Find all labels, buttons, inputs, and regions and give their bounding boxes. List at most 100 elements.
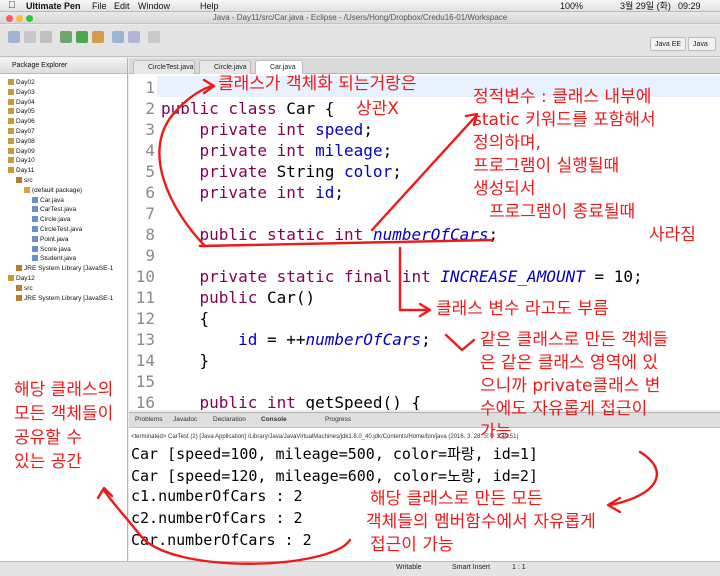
line-number: 7 — [145, 204, 155, 223]
annotation-same-class-access: 같은 클래스로 만든 객체들 은 같은 클래스 영역에 있 으니까 privat… — [480, 330, 669, 442]
tree-item[interactable]: Student.java — [32, 254, 76, 263]
close-window-button[interactable] — [6, 15, 13, 22]
console-line-1: Car [speed=100, mileage=500, color=파랑, i… — [131, 445, 538, 463]
perspective-java-ee[interactable]: Java EE — [650, 37, 686, 51]
tree-item[interactable]: (default package) — [24, 186, 82, 195]
print-icon[interactable] — [40, 31, 52, 43]
window-title-bar: Java - Day11/src/Car.java - Eclipse - /U… — [0, 12, 720, 24]
java-file-icon — [32, 226, 38, 232]
run-icon[interactable] — [76, 31, 88, 43]
tab-javadoc[interactable]: Javadoc — [173, 416, 197, 423]
open-type-icon[interactable] — [128, 31, 140, 43]
java-file-icon — [32, 235, 38, 242]
tree-item[interactable]: Day12 — [8, 274, 35, 283]
zoom-window-button[interactable] — [26, 15, 33, 22]
folder-icon — [16, 294, 22, 301]
annotation-class-instance: 클래스가 객체화 되는거랑은 — [218, 74, 417, 94]
tree-item-label: Car.java — [40, 196, 64, 204]
folder-icon — [8, 137, 14, 144]
tree-item[interactable]: CircleTest.java — [32, 225, 82, 234]
perspective-java[interactable]: Java — [688, 37, 716, 51]
code-line-4: private int mileage; — [199, 141, 393, 160]
tree-item-label: Day09 — [16, 147, 35, 155]
folder-icon — [8, 88, 14, 95]
line-number: 3 — [145, 120, 155, 139]
menu-window[interactable]: Window — [138, 0, 170, 12]
tree-item-label: Day11 — [16, 167, 35, 175]
folder-icon — [8, 128, 14, 134]
java-file-icon — [32, 196, 38, 203]
folder-icon — [8, 275, 14, 281]
tree-item-label: JRE System Library [JavaSE-1 — [24, 265, 114, 273]
menu-edit[interactable]: Edit — [114, 0, 130, 12]
code-line-8: public static int numberOfCars; — [199, 225, 499, 244]
tree-item[interactable]: Point.java — [32, 235, 69, 244]
tree-item[interactable]: Day03 — [8, 88, 35, 97]
status-bar: Writable Smart Insert 1 : 1 — [0, 561, 720, 576]
minimize-window-button[interactable] — [16, 15, 23, 22]
folder-icon — [24, 186, 30, 193]
tab-circle-java[interactable]: Circle.java — [199, 60, 251, 74]
tab-car-java[interactable]: Car.java — [255, 60, 303, 74]
tree-item[interactable]: Day05 — [8, 107, 35, 116]
line-number: 5 — [145, 162, 155, 181]
package-explorer-tab[interactable]: Package Explorer — [0, 58, 127, 74]
writable-status: Writable — [396, 564, 422, 571]
line-number: 1 — [145, 78, 155, 97]
tree-item[interactable]: src — [16, 176, 33, 185]
tree-item[interactable]: Day10 — [8, 156, 35, 165]
tab-progress[interactable]: Progress — [325, 416, 351, 423]
tree-item[interactable]: CarTest.java — [32, 205, 76, 214]
tree-item[interactable]: Day07 — [8, 127, 35, 136]
tree-item-label: CarTest.java — [40, 206, 77, 214]
folder-icon — [8, 157, 14, 164]
java-file-icon — [32, 245, 38, 252]
tree-item[interactable]: JRE System Library [JavaSE-1 — [16, 294, 113, 303]
search-icon[interactable] — [148, 31, 160, 43]
tree-item[interactable]: Car.java — [32, 196, 64, 205]
app-menu[interactable]: Ultimate Pen — [26, 0, 81, 12]
tree-item-label: Day08 — [16, 137, 35, 145]
tree-item[interactable]: Day06 — [8, 117, 35, 126]
tree-item-label: Day12 — [16, 275, 35, 282]
insert-mode-status: Smart Insert — [452, 564, 491, 571]
editor-tab-bar: CircleTest.java Circle.java Car.java — [129, 58, 720, 74]
code-line-12: { — [161, 309, 210, 328]
tree-item[interactable]: Day04 — [8, 98, 35, 107]
tree-item[interactable]: src — [16, 284, 33, 293]
menu-help[interactable]: Help — [200, 0, 219, 12]
apple-icon[interactable]:  — [8, 0, 16, 12]
tree-item-label: (default package) — [32, 186, 83, 194]
annotation-unrelated: 상관X — [356, 99, 399, 119]
tab-circletest-java[interactable]: CircleTest.java — [133, 60, 195, 74]
tree-item-label: src — [24, 177, 33, 184]
folder-icon — [16, 265, 22, 272]
code-line-3: private int speed; — [199, 120, 373, 139]
line-number: 16 — [135, 393, 155, 410]
tree-item-label: Circle.java — [40, 216, 71, 224]
line-number: 13 — [135, 330, 155, 349]
tree-item[interactable]: Day09 — [8, 147, 35, 156]
tree-item[interactable]: Day02 — [8, 78, 35, 87]
tree-item[interactable]: Score.java — [32, 245, 71, 254]
annotation-member-access: 해당 클래스로 만든 모든 객체들의 멤버함수에서 자유롭게 접근이 가능 — [366, 489, 596, 555]
code-line-6: private int id; — [199, 183, 345, 202]
external-tools-icon[interactable] — [92, 31, 104, 43]
tab-declaration[interactable]: Declaration — [213, 416, 246, 423]
code-line-13: id = ++numberOfCars; — [238, 330, 431, 349]
menu-file[interactable]: File — [92, 0, 107, 12]
tab-console[interactable]: Console — [261, 416, 287, 423]
debug-icon[interactable] — [60, 31, 72, 43]
tab-problems[interactable]: Problems — [135, 416, 162, 423]
new-icon[interactable] — [8, 31, 20, 43]
tree-item[interactable]: Circle.java — [32, 215, 70, 224]
console-line-5: Car.numberOfCars : 2 — [131, 531, 312, 549]
code-line-14: } — [161, 351, 210, 370]
tree-item[interactable]: Day11 — [8, 166, 34, 175]
code-line-2: public class Car { — [161, 99, 335, 118]
save-icon[interactable] — [24, 31, 36, 43]
tree-item[interactable]: JRE System Library [JavaSE-1 — [16, 264, 113, 273]
new-java-class-icon[interactable] — [112, 31, 124, 43]
tree-item-label: Day03 — [16, 88, 35, 96]
tree-item[interactable]: Day08 — [8, 137, 35, 146]
